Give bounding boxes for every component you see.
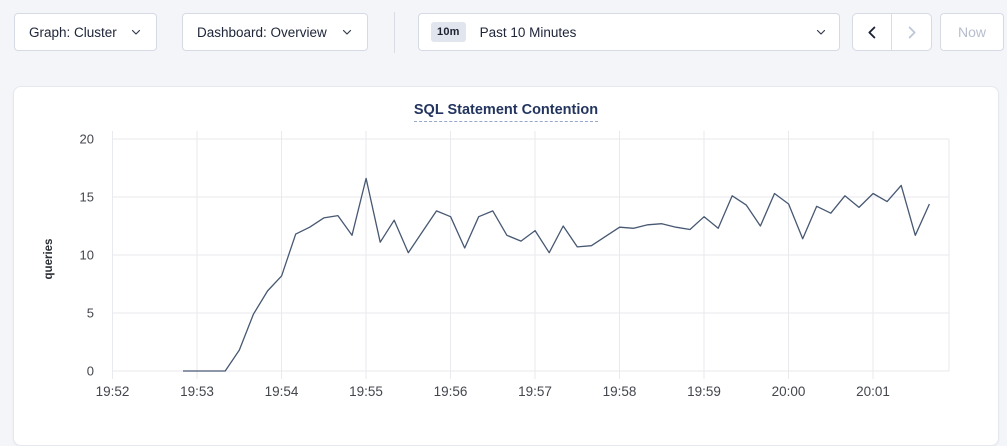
time-range-label: Past 10 Minutes <box>480 25 577 40</box>
y-tick-label: 15 <box>80 190 94 205</box>
now-button[interactable]: Now <box>940 13 1004 51</box>
y-tick-label: 5 <box>87 306 94 321</box>
y-tick-label: 20 <box>80 132 94 147</box>
now-button-label: Now <box>958 24 986 40</box>
chevron-left-icon <box>865 25 880 40</box>
y-tick-label: 10 <box>80 248 94 263</box>
toolbar-divider <box>394 12 395 53</box>
chart-title-row: SQL Statement Contention <box>14 101 998 122</box>
chevron-down-icon <box>341 26 353 38</box>
sql-contention-chart: 0 5 10 15 20 19:52 19:53 19:54 19:55 19:56 19:57 19… <box>14 87 1000 433</box>
chevron-right-icon <box>904 25 919 40</box>
sql-contention-line <box>183 178 929 371</box>
previous-interval-button[interactable] <box>853 14 892 50</box>
y-axis-label: queries <box>43 239 55 280</box>
chevron-down-icon <box>815 26 827 38</box>
dashboard-dropdown[interactable]: Dashboard: Overview <box>182 13 368 51</box>
x-tick-label: 20:00 <box>772 384 806 399</box>
time-step-button-group <box>852 13 932 51</box>
x-tick-label: 19:57 <box>518 384 552 399</box>
x-tick-label: 19:58 <box>603 384 637 399</box>
x-tick-label: 19:52 <box>96 384 130 399</box>
time-range-dropdown[interactable]: 10m Past 10 Minutes <box>418 13 840 51</box>
chevron-down-icon <box>130 26 142 38</box>
graph-dropdown-label: Graph: Cluster <box>29 25 117 40</box>
chart-panel: 0 5 10 15 20 19:52 19:53 19:54 19:55 19:56 19:57 19… <box>13 86 999 446</box>
dashboard-dropdown-label: Dashboard: Overview <box>197 25 327 40</box>
y-tick-label: 0 <box>87 364 94 379</box>
graph-dropdown[interactable]: Graph: Cluster <box>14 13 157 51</box>
x-tick-label: 20:01 <box>856 384 890 399</box>
next-interval-button[interactable] <box>892 14 931 50</box>
x-tick-label: 19:53 <box>180 384 214 399</box>
x-tick-label: 19:54 <box>265 384 299 399</box>
x-tick-label: 19:56 <box>434 384 468 399</box>
x-tick-label: 19:55 <box>349 384 383 399</box>
x-tick-label: 19:59 <box>687 384 721 399</box>
time-range-badge: 10m <box>431 22 466 42</box>
chart-title[interactable]: SQL Statement Contention <box>414 102 598 122</box>
